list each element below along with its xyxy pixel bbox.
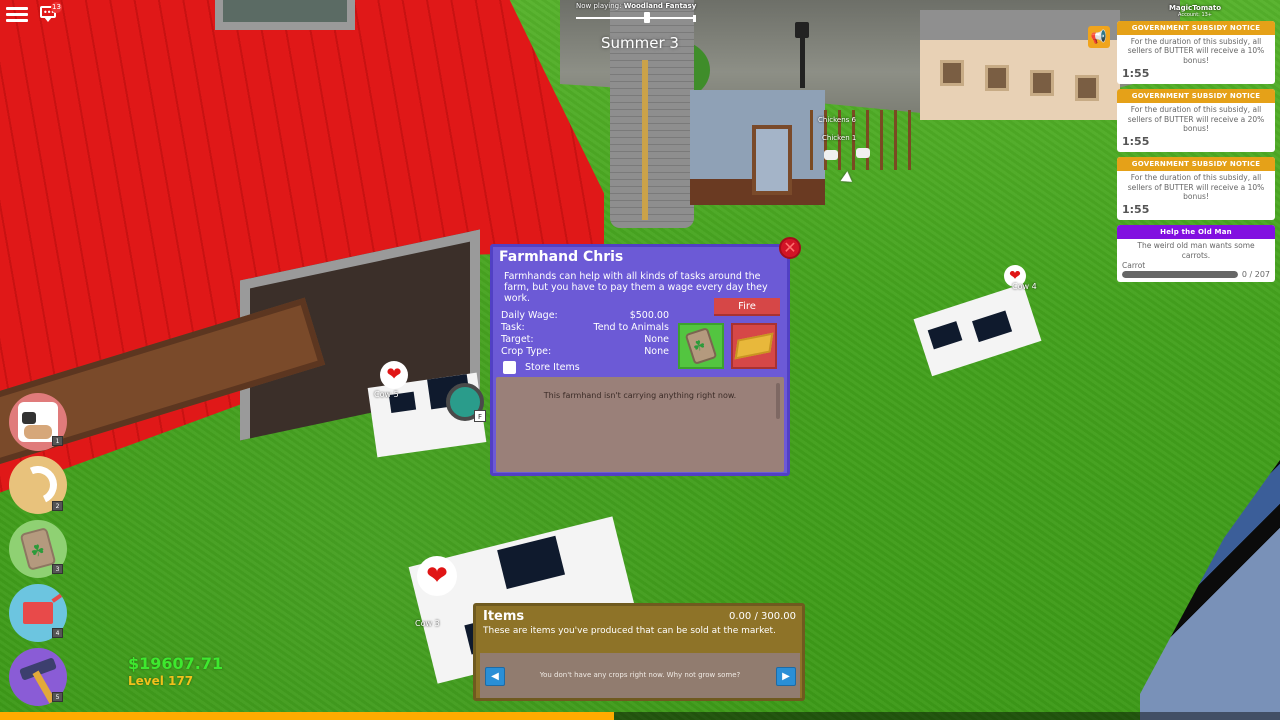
stat-crop-type: Crop Type: None	[501, 346, 669, 357]
cow-3-label: Cow 3	[415, 619, 440, 628]
hotbar-key: 5	[52, 692, 63, 702]
xp-progress-bar	[0, 712, 1280, 720]
megaphone-icon: 📢	[1090, 29, 1108, 45]
subsidy-notice: GOVERNMENT SUBSIDY NOTICE For the durati…	[1117, 157, 1275, 221]
items-title: Items	[483, 609, 525, 624]
hotbar-key: 4	[52, 628, 63, 638]
quest-item-label: Carrot	[1122, 261, 1146, 271]
subsidy-notice: GOVERNMENT SUBSIDY NOTICE For the durati…	[1117, 89, 1275, 153]
chat-button[interactable]: ••• 13	[40, 2, 62, 22]
quest-body: The weird old man wants some carrots.	[1137, 241, 1255, 260]
cow-spot	[972, 310, 1013, 343]
coop-door	[752, 125, 792, 195]
close-icon: ✕	[783, 238, 797, 257]
cow-spot	[497, 535, 566, 590]
seed-bag-icon	[19, 527, 57, 571]
chicken-label: Chicken 1	[822, 134, 857, 142]
season-label: Summer 3	[601, 34, 679, 52]
now-playing: Now playing: Woodland Fantasy	[576, 2, 696, 10]
store-items-label: Store Items	[525, 362, 580, 373]
menu-button[interactable]	[6, 4, 28, 24]
hotbar-key: 1	[52, 436, 63, 446]
notice-timer: 1:55	[1122, 135, 1150, 149]
items-empty-message: You don't have any crops right now. Why …	[539, 671, 741, 679]
interact-key-hint: F	[474, 410, 486, 422]
hamburger-menu-icon	[6, 7, 28, 10]
quest-progress-bar	[1122, 271, 1238, 279]
announcements-button[interactable]: 📢	[1088, 26, 1110, 48]
silo-ladder	[642, 60, 648, 220]
cow-spot	[927, 321, 963, 350]
chicken[interactable]	[824, 150, 838, 160]
quest-title: Help the Old Man	[1117, 225, 1275, 240]
items-capacity: 0.00 / 300.00	[729, 611, 796, 622]
quest-notice: Help the Old Man The weird old man wants…	[1117, 225, 1275, 283]
assign-crop-button[interactable]	[678, 323, 724, 369]
subsidy-notice: GOVERNMENT SUBSIDY NOTICE For the durati…	[1117, 21, 1275, 85]
items-description: These are items you've produced that can…	[483, 626, 776, 636]
arrow-right-icon: ▶	[782, 671, 790, 682]
hay-bale-icon	[734, 332, 774, 360]
fire-button[interactable]: Fire	[714, 298, 780, 316]
farmhouse-window	[985, 65, 1009, 91]
store-items-toggle[interactable]: Store Items	[503, 361, 580, 374]
account-type: Account: 13+	[1177, 12, 1212, 18]
farmhand-stats: Daily Wage: $500.00 Task: Tend to Animals …	[501, 310, 669, 358]
notice-body: For the duration of this subsidy, all se…	[1127, 105, 1265, 133]
chicken[interactable]	[856, 148, 870, 158]
now-playing-label: Now playing:	[576, 2, 622, 10]
music-slider-end	[693, 15, 696, 22]
inventory-empty-message: This farmhand isn't carrying anything ri…	[543, 391, 737, 400]
inventory-scrollbar[interactable]	[776, 383, 780, 419]
hotbar-key: 2	[52, 501, 63, 511]
now-playing-track: Woodland Fantasy	[623, 2, 697, 10]
cow-4-label: Cow 4	[1012, 282, 1037, 291]
cow-5-label: Cow 5	[374, 390, 399, 399]
heart-icon: ❤	[380, 361, 408, 389]
notice-title: GOVERNMENT SUBSIDY NOTICE	[1117, 89, 1275, 104]
notice-body: For the duration of this subsidy, all se…	[1127, 173, 1265, 201]
account-info: MagicTomato Account: 13+	[1150, 4, 1240, 18]
farmhouse-window	[1030, 70, 1054, 96]
notice-timer: 1:55	[1122, 203, 1150, 217]
farmhand-inventory: This farmhand isn't carrying anything ri…	[496, 377, 784, 472]
chat-unread-badge: 13	[51, 2, 62, 13]
volume-slider-handle[interactable]	[643, 12, 650, 23]
farmhouse-window	[940, 60, 964, 86]
watering-can-icon	[23, 602, 53, 624]
heart-icon: ❤	[417, 556, 457, 596]
items-panel: Items 0.00 / 300.00 These are items you'…	[473, 603, 805, 701]
farmhand-panel: ✕ Farmhand Chris Farmhands can help with…	[490, 237, 801, 476]
items-tray: ◀ You don't have any crops right now. Wh…	[480, 653, 800, 698]
notices-panel: GOVERNMENT SUBSIDY NOTICE For the durati…	[1117, 21, 1275, 287]
music-volume-slider[interactable]	[576, 12, 694, 23]
quest-progress-count: 0 / 207	[1241, 270, 1270, 280]
hotbar-key: 3	[52, 564, 63, 574]
notice-body: For the duration of this subsidy, all se…	[1127, 37, 1265, 65]
xp-progress-fill	[0, 712, 615, 720]
notice-title: GOVERNMENT SUBSIDY NOTICE	[1117, 157, 1275, 172]
assign-animal-button[interactable]	[731, 323, 777, 369]
farmhand-name: Farmhand Chris	[499, 249, 624, 265]
seed-bag-icon	[684, 327, 718, 365]
money-display: $19607.71	[128, 654, 224, 673]
notice-title: GOVERNMENT SUBSIDY NOTICE	[1117, 21, 1275, 35]
lamp-head	[795, 22, 809, 38]
chickens-label: Chickens 6	[818, 116, 856, 124]
stat-daily-wage: Daily Wage: $500.00	[501, 310, 669, 321]
close-button[interactable]: ✕	[779, 237, 801, 259]
hammer-icon	[19, 657, 57, 681]
store-items-checkbox[interactable]	[503, 361, 516, 374]
stat-target: Target: None	[501, 334, 669, 345]
account-name: MagicTomato	[1168, 4, 1222, 12]
items-next-button[interactable]: ▶	[776, 667, 796, 686]
stat-task: Task: Tend to Animals	[501, 322, 669, 333]
level-display: Level 177	[128, 674, 194, 688]
notice-timer: 1:55	[1122, 67, 1150, 81]
farmhouse-window	[1075, 75, 1099, 101]
barn-window	[215, 0, 355, 30]
